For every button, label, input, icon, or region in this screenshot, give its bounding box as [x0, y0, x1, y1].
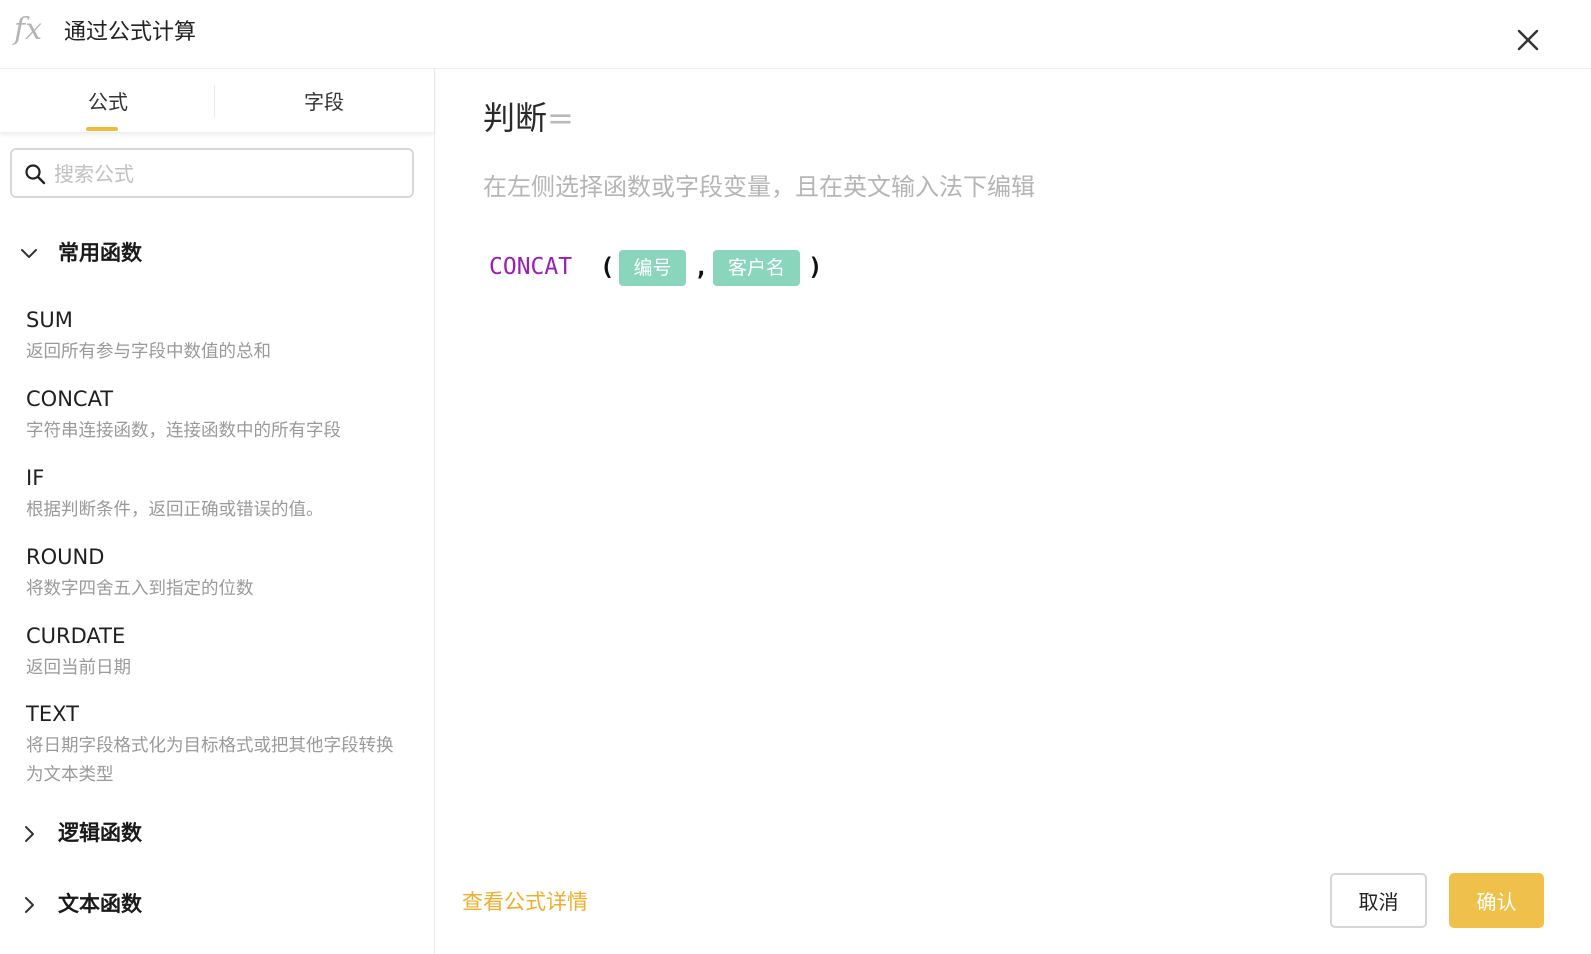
search-icon [25, 164, 46, 185]
function-name: SUM [26, 308, 73, 332]
target-field-name: 判断 [483, 99, 548, 137]
dialog-header: fx 通过公式计算 [0, 0, 1591, 69]
function-description: 字符串连接函数，连接函数中的所有字段 [26, 421, 341, 441]
function-item-concat[interactable]: CONCAT 字符串连接函数，连接函数中的所有字段 [0, 385, 434, 447]
cancel-button[interactable]: 取消 [1330, 873, 1427, 928]
expression-function-name: CONCAT [489, 254, 573, 280]
function-item-curdate[interactable]: CURDATE 返回当前日期 [0, 622, 434, 684]
field-tag-arg-2[interactable]: 客户名 [713, 250, 800, 286]
view-formula-details-link[interactable]: 查看公式详情 [462, 887, 588, 917]
search-box [10, 148, 414, 198]
function-description: 根据判断条件，返回正确或错误的值。 [26, 500, 324, 520]
chevron-down-icon [21, 249, 37, 258]
group-label: 文本函数 [58, 892, 142, 916]
function-item-if[interactable]: IF 根据判断条件，返回正确或错误的值。 [0, 464, 434, 526]
tab-formula-label: 公式 [88, 90, 128, 114]
function-description: 返回所有参与字段中数值的总和 [26, 342, 271, 362]
dialog-title: 通过公式计算 [64, 20, 197, 45]
active-tab-indicator [86, 127, 118, 131]
function-item-text[interactable]: TEXT 将日期字段格式化为目标格式或把其他字段转换为文本类型 [0, 700, 434, 792]
function-name: IF [26, 466, 45, 490]
search-input[interactable] [52, 158, 406, 190]
left-panel: 公式 字段 常用函数 SUM 返回所有参与字段中数值的总和 CONCAT 字符串… [0, 69, 435, 954]
field-tag-arg-1[interactable]: 编号 [619, 250, 686, 286]
confirm-button[interactable]: 确认 [1449, 873, 1544, 928]
fx-icon: fx [14, 12, 43, 47]
tab-divider [214, 85, 215, 117]
group-text-functions[interactable]: 文本函数 [0, 883, 434, 927]
function-name: CONCAT [26, 387, 114, 411]
function-description: 将数字四舍五入到指定的位数 [26, 579, 254, 599]
formula-target-field: 判断= [483, 96, 574, 140]
open-paren: ( [600, 253, 615, 281]
panel-tabs: 公式 字段 [0, 69, 434, 132]
chevron-right-icon [25, 826, 34, 842]
tab-field[interactable]: 字段 [216, 69, 432, 132]
function-description: 将日期字段格式化为目标格式或把其他字段转换为文本类型 [26, 736, 394, 785]
close-paren: ) [808, 253, 823, 281]
chevron-right-icon [25, 897, 34, 913]
tab-field-label: 字段 [304, 90, 344, 114]
function-name: ROUND [26, 545, 105, 569]
group-label: 常用函数 [58, 241, 142, 265]
group-logic-functions[interactable]: 逻辑函数 [0, 812, 434, 856]
close-button[interactable] [1512, 24, 1544, 56]
function-item-round[interactable]: ROUND 将数字四舍五入到指定的位数 [0, 543, 434, 605]
group-common-functions[interactable]: 常用函数 [0, 232, 434, 276]
equals-sign: = [547, 99, 574, 137]
argument-separator: , [694, 253, 709, 281]
close-icon [1517, 29, 1539, 51]
function-name: TEXT [26, 702, 79, 726]
group-label: 逻辑函数 [58, 821, 142, 845]
editor-hint[interactable]: 在左侧选择函数或字段变量，且在英文输入法下编辑 [483, 170, 1035, 204]
function-name: CURDATE [26, 624, 126, 648]
function-description: 返回当前日期 [26, 658, 131, 678]
tab-formula[interactable]: 公式 [0, 69, 216, 132]
function-item-sum[interactable]: SUM 返回所有参与字段中数值的总和 [0, 306, 434, 368]
